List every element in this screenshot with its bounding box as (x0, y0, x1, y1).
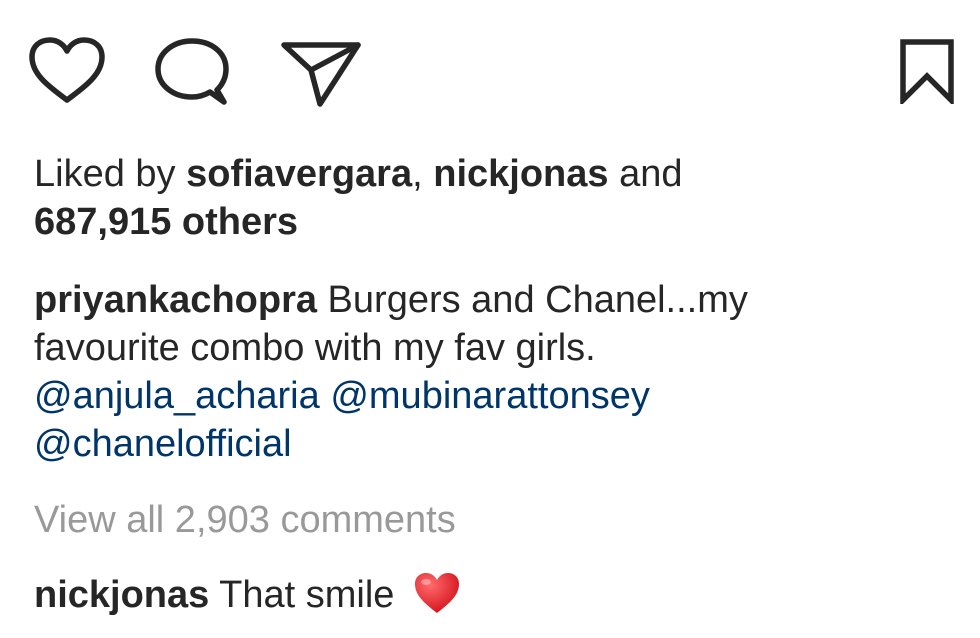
heart-outline-icon[interactable] (28, 36, 106, 106)
mention-link[interactable]: @mubinarattonsey (330, 375, 650, 417)
mention-link[interactable]: @anjula_acharia (34, 375, 320, 417)
comment-text: That smile (209, 574, 405, 616)
likes-conjunction: and (608, 153, 683, 195)
likes-prefix: Liked by (34, 153, 187, 195)
bookmark-icon[interactable] (898, 38, 956, 104)
likes-separator: , (412, 153, 434, 195)
comment-item: nickjonas That smile (34, 571, 954, 627)
speech-bubble-icon[interactable] (154, 38, 230, 108)
caption-username-link[interactable]: priyankachopra (34, 279, 317, 321)
likes-count-link[interactable]: 687,915 others (34, 201, 298, 243)
red-heart-icon (413, 571, 461, 627)
comment-username-link[interactable]: nickjonas (34, 574, 209, 616)
view-all-comments-link[interactable]: View all 2,903 comments (34, 496, 954, 544)
post-caption: priyankachopra Burgers and Chanel...my fa… (34, 276, 954, 468)
mention-link[interactable]: @chanelofficial (34, 423, 292, 465)
caption-text: favourite combo with my fav girls. (34, 327, 596, 369)
liker-username-link[interactable]: sofiavergara (186, 153, 412, 195)
post-action-bar (0, 0, 980, 120)
liker-username-link[interactable]: nickjonas (433, 153, 608, 195)
paper-plane-icon[interactable] (280, 40, 362, 108)
caption-text: Burgers and Chanel...my (317, 279, 748, 321)
likes-summary: Liked by sofiavergara, nickjonas and 687,… (34, 150, 954, 246)
